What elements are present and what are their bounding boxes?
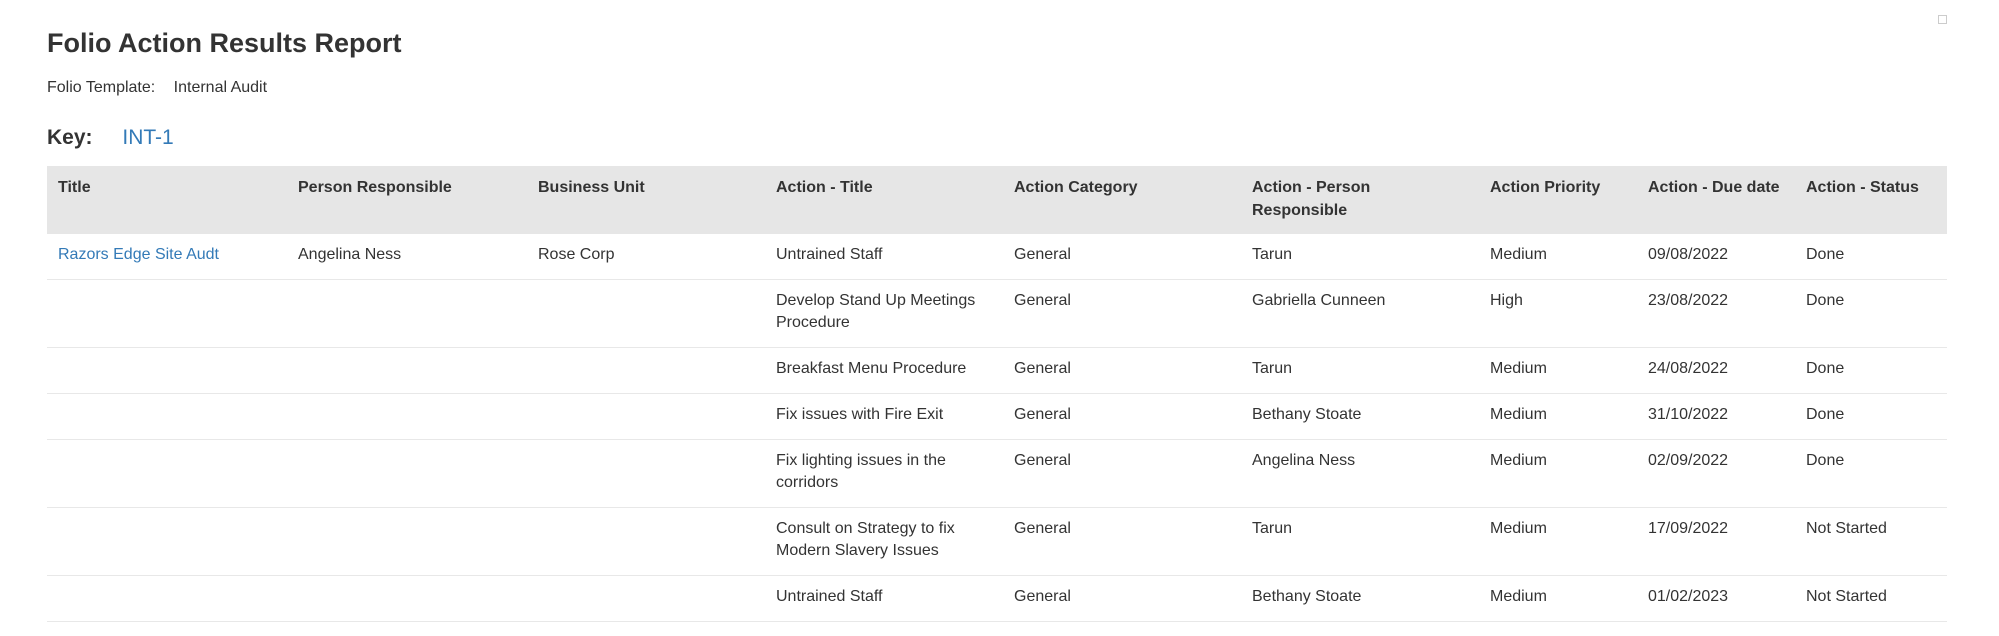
cell-action-person: Tarun: [1241, 234, 1479, 280]
cell-person-responsible: Angelina Ness: [287, 234, 527, 280]
cell-person-responsible: [287, 279, 527, 348]
folio-template-value: Internal Audit: [173, 79, 268, 96]
cell-action-person: Angelina Ness: [1241, 439, 1479, 508]
cell-action-due-date: 17/09/2022: [1637, 507, 1795, 576]
report-page: Folio Action Results Report Folio Templa…: [0, 0, 1999, 636]
cell-action-title: Breakfast Menu Procedure: [765, 347, 1003, 394]
cell-action-status: Not Started: [1795, 507, 1947, 576]
cell-action-title: Develop Stand Up Meetings Procedure: [765, 279, 1003, 348]
table-row: Breakfast Menu Procedure General Tarun M…: [47, 347, 1947, 394]
cell-action-title: Consult on Strategy to fix Modern Slaver…: [765, 507, 1003, 576]
cell-person-responsible: [287, 575, 527, 622]
column-header-action-status[interactable]: Action - Status: [1795, 166, 1947, 234]
cell-person-responsible: [287, 507, 527, 576]
cell-action-due-date: 02/09/2022: [1637, 439, 1795, 508]
cell-action-person: Bethany Stoate: [1241, 393, 1479, 440]
cell-business-unit: [527, 575, 765, 622]
cell-action-person: Tarun: [1241, 507, 1479, 576]
cell-action-status: Not Started: [1795, 575, 1947, 622]
cell-action-status: Done: [1795, 279, 1947, 348]
cell-business-unit: [527, 347, 765, 394]
results-table: Title Person Responsible Business Unit A…: [47, 166, 1947, 622]
key-value: INT-1: [122, 126, 174, 149]
cell-action-due-date: 24/08/2022: [1637, 347, 1795, 394]
cell-action-category: General: [1003, 347, 1241, 394]
cell-title: [47, 507, 287, 576]
cell-title: [47, 393, 287, 440]
cell-business-unit: [527, 439, 765, 508]
cell-action-priority: Medium: [1479, 393, 1637, 440]
table-row: Develop Stand Up Meetings Procedure Gene…: [47, 279, 1947, 348]
cell-title: [47, 347, 287, 394]
cell-action-priority: Medium: [1479, 575, 1637, 622]
cell-action-category: General: [1003, 575, 1241, 622]
table-header-row: Title Person Responsible Business Unit A…: [47, 166, 1947, 234]
column-header-action-title[interactable]: Action - Title: [765, 166, 1003, 234]
cell-action-status: Done: [1795, 439, 1947, 508]
cell-action-due-date: 01/02/2023: [1637, 575, 1795, 622]
cell-action-priority: Medium: [1479, 234, 1637, 280]
table-row: Consult on Strategy to fix Modern Slaver…: [47, 507, 1947, 576]
cell-action-priority: Medium: [1479, 347, 1637, 394]
cell-action-status: Done: [1795, 234, 1947, 280]
column-header-action-category[interactable]: Action Category: [1003, 166, 1241, 234]
column-header-action-person[interactable]: Action - Person Responsible: [1241, 166, 1479, 234]
column-header-title[interactable]: Title: [47, 166, 287, 234]
cell-action-category: General: [1003, 234, 1241, 280]
cell-business-unit: [527, 279, 765, 348]
cell-action-title: Untrained Staff: [765, 575, 1003, 622]
column-header-business-unit[interactable]: Business Unit: [527, 166, 765, 234]
column-header-action-priority[interactable]: Action Priority: [1479, 166, 1637, 234]
key-label: Key:: [47, 126, 93, 149]
cell-title: [47, 279, 287, 348]
column-header-person-responsible[interactable]: Person Responsible: [287, 166, 527, 234]
table-row: Razors Edge Site Audt Angelina Ness Rose…: [47, 234, 1947, 280]
cell-business-unit: [527, 507, 765, 576]
cell-action-priority: High: [1479, 279, 1637, 348]
cell-business-unit: Rose Corp: [527, 234, 765, 280]
folio-template-label: Folio Template:: [47, 79, 156, 96]
table-row: Fix lighting issues in the corridors Gen…: [47, 439, 1947, 508]
folio-template-line: Folio Template: Internal Audit: [47, 78, 267, 98]
cell-title: [47, 575, 287, 622]
table-row: Untrained Staff General Bethany Stoate M…: [47, 575, 1947, 622]
cell-title: Razors Edge Site Audt: [47, 234, 287, 280]
cell-action-category: General: [1003, 279, 1241, 348]
cell-person-responsible: [287, 439, 527, 508]
cell-action-title: Untrained Staff: [765, 234, 1003, 280]
folio-title-link[interactable]: Razors Edge Site Audt: [58, 246, 219, 263]
cell-action-title: Fix issues with Fire Exit: [765, 393, 1003, 440]
cell-action-priority: Medium: [1479, 507, 1637, 576]
cell-action-category: General: [1003, 507, 1241, 576]
cell-person-responsible: [287, 347, 527, 394]
cell-action-title: Fix lighting issues in the corridors: [765, 439, 1003, 508]
cell-action-person: Gabriella Cunneen: [1241, 279, 1479, 348]
column-header-action-due-date[interactable]: Action - Due date: [1637, 166, 1795, 234]
cell-person-responsible: [287, 393, 527, 440]
corner-square-icon: [1938, 15, 1947, 24]
cell-title: [47, 439, 287, 508]
report-title: Folio Action Results Report: [47, 28, 402, 58]
cell-action-person: Bethany Stoate: [1241, 575, 1479, 622]
cell-action-person: Tarun: [1241, 347, 1479, 394]
cell-action-due-date: 31/10/2022: [1637, 393, 1795, 440]
cell-action-due-date: 09/08/2022: [1637, 234, 1795, 280]
table-row: Fix issues with Fire Exit General Bethan…: [47, 393, 1947, 440]
cell-action-category: General: [1003, 393, 1241, 440]
cell-action-priority: Medium: [1479, 439, 1637, 508]
cell-action-category: General: [1003, 439, 1241, 508]
cell-business-unit: [527, 393, 765, 440]
key-line: Key: INT-1: [47, 124, 174, 152]
cell-action-due-date: 23/08/2022: [1637, 279, 1795, 348]
cell-action-status: Done: [1795, 347, 1947, 394]
cell-action-status: Done: [1795, 393, 1947, 440]
